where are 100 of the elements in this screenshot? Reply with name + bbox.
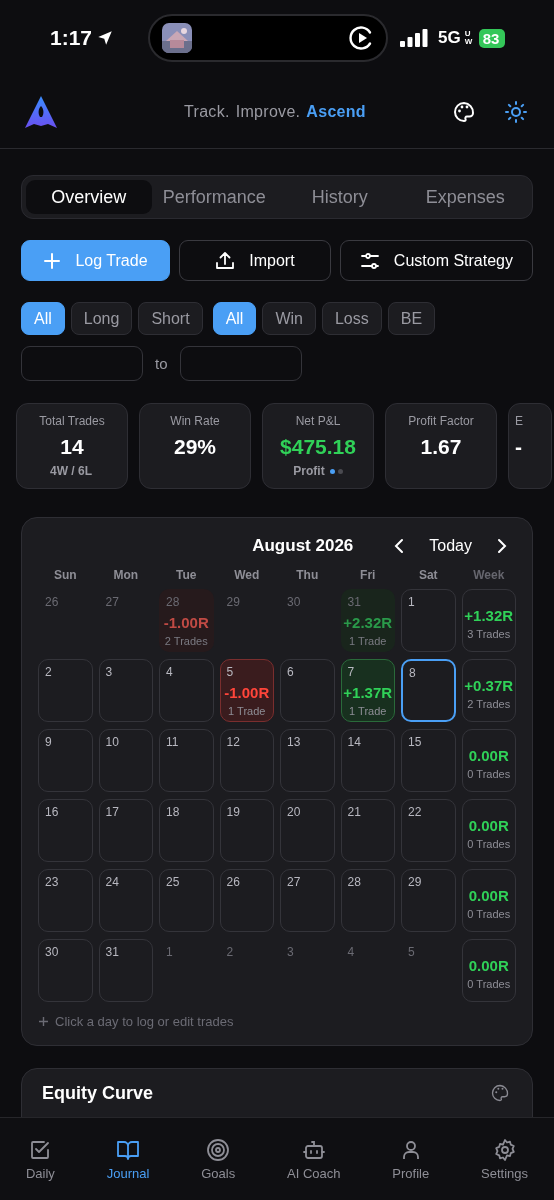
day-number: 4 <box>347 945 355 959</box>
day-cell[interactable]: 24 <box>98 869 153 932</box>
stat-value: 29% <box>174 435 216 459</box>
stat-value: 1.67 <box>420 435 462 459</box>
sun-icon[interactable] <box>504 100 528 124</box>
today-button[interactable]: Today <box>429 537 472 555</box>
week-trade-count: 0 Trades <box>467 978 511 990</box>
tab[interactable]: Performance <box>151 180 277 214</box>
stat-value: $475.18 <box>280 435 356 459</box>
stat-subtext: Profit <box>293 464 325 478</box>
day-number: 1 <box>166 945 173 959</box>
weekday-label: Thu <box>295 568 320 582</box>
day-cell[interactable]: 19 <box>219 799 274 862</box>
day-cell[interactable]: 8 <box>401 659 456 722</box>
book-icon <box>116 1138 140 1162</box>
palette-icon[interactable] <box>452 100 476 124</box>
day-cell[interactable]: 29 <box>401 869 456 932</box>
day-cell[interactable]: 31 +2.32R 1 Trade <box>340 589 395 652</box>
weekday-label: Tue <box>175 568 198 582</box>
day-number: 22 <box>408 805 422 819</box>
day-cell[interactable]: 11 <box>159 729 214 792</box>
day-result: +2.32R <box>343 614 393 631</box>
day-cell[interactable]: 23 <box>38 869 93 932</box>
day-cell[interactable]: 31 <box>98 939 153 1002</box>
day-cell[interactable]: 15 <box>401 729 456 792</box>
network-sub-label: UW <box>464 30 473 46</box>
day-cell[interactable]: 16 <box>38 799 93 862</box>
day-cell[interactable]: 5 -1.00R 1 Trade <box>219 659 274 722</box>
day-cell[interactable]: 17 <box>98 799 153 862</box>
filter-chip[interactable]: Loss <box>321 302 382 335</box>
day-number: 12 <box>226 735 240 749</box>
nav-item[interactable]: Goals <box>197 1138 240 1182</box>
tab[interactable]: History <box>277 180 403 214</box>
filter-chip[interactable]: Long <box>70 302 133 335</box>
nav-item[interactable]: Journal <box>102 1138 154 1182</box>
start-date-field[interactable] <box>21 346 143 381</box>
pager-dot[interactable] <box>329 468 335 474</box>
day-cell[interactable]: 9 <box>38 729 93 792</box>
day-cell[interactable]: 28 -1.00R 2 Trades <box>159 589 214 652</box>
day-trade-count: 1 Trade <box>349 705 387 717</box>
day-number: 21 <box>347 805 361 819</box>
tagline-word: Improve. <box>235 103 301 121</box>
day-number: 31 <box>347 595 361 609</box>
week-result: +1.32R <box>464 607 514 624</box>
day-number: 3 <box>287 945 294 959</box>
plus-icon <box>43 251 62 270</box>
day-number: 3 <box>105 665 113 679</box>
filter-chip[interactable]: BE <box>387 302 436 335</box>
day-trade-count: 1 Trade <box>228 705 266 717</box>
day-trade-count: 2 Trades <box>164 635 208 647</box>
filter-chip[interactable]: Short <box>138 302 203 335</box>
day-number: 20 <box>287 805 301 819</box>
day-cell[interactable]: 3 <box>98 659 153 722</box>
day-cell[interactable]: 28 <box>340 869 395 932</box>
pager-dot[interactable] <box>337 468 343 474</box>
filter-chip[interactable]: Win <box>262 302 316 335</box>
tagline-word: Track. <box>184 103 230 121</box>
day-cell[interactable]: 10 <box>98 729 153 792</box>
action-button[interactable]: Custom Strategy <box>339 240 533 281</box>
stat-label: Total Trades <box>39 414 105 428</box>
day-result: -1.00R <box>224 684 270 701</box>
day-number: 18 <box>166 805 180 819</box>
day-cell[interactable]: 20 <box>280 799 335 862</box>
day-number: 11 <box>166 735 179 749</box>
calendar-hint: Click a day to log or edit trades <box>55 1014 234 1029</box>
nav-item[interactable]: Settings <box>477 1138 533 1182</box>
network-label: 5G <box>438 28 461 48</box>
tab[interactable]: Overview <box>26 180 152 214</box>
nav-item[interactable]: AI Coach <box>283 1138 345 1182</box>
day-number: 14 <box>347 735 361 749</box>
action-button[interactable]: Import <box>179 240 331 281</box>
day-cell[interactable]: 14 <box>340 729 395 792</box>
day-number: 29 <box>226 595 240 609</box>
day-number: 17 <box>105 805 119 819</box>
day-cell[interactable]: 27 <box>280 869 335 932</box>
end-date-field[interactable] <box>179 346 302 381</box>
day-cell[interactable]: 6 <box>280 659 335 722</box>
day-number: 27 <box>105 595 119 609</box>
day-cell[interactable]: 26 <box>219 869 274 932</box>
day-cell[interactable]: 21 <box>340 799 395 862</box>
day-cell[interactable]: 30 <box>38 939 93 1002</box>
day-cell[interactable]: 7 +1.37R 1 Trade <box>340 659 395 722</box>
day-cell[interactable]: 12 <box>219 729 274 792</box>
stat-label: Win Rate <box>170 414 220 428</box>
status-time: 1:17 <box>50 26 93 50</box>
nav-item[interactable]: Daily <box>21 1138 59 1182</box>
day-cell[interactable]: 2 <box>38 659 93 722</box>
tab[interactable]: Expenses <box>402 180 528 214</box>
day-cell[interactable]: 1 <box>401 589 456 652</box>
day-cell[interactable]: 18 <box>159 799 214 862</box>
day-number: 7 <box>347 665 355 679</box>
day-cell[interactable]: 25 <box>159 869 214 932</box>
nav-item[interactable]: Profile <box>388 1138 434 1182</box>
week-trade-count: 0 Trades <box>467 908 511 920</box>
week-result: 0.00R <box>468 957 509 974</box>
weekday-label: Wed <box>233 568 261 582</box>
day-cell[interactable]: 13 <box>280 729 335 792</box>
day-cell[interactable]: 22 <box>401 799 456 862</box>
day-cell[interactable]: 4 <box>159 659 214 722</box>
stat-subtext: 4W / 6L <box>50 464 92 478</box>
